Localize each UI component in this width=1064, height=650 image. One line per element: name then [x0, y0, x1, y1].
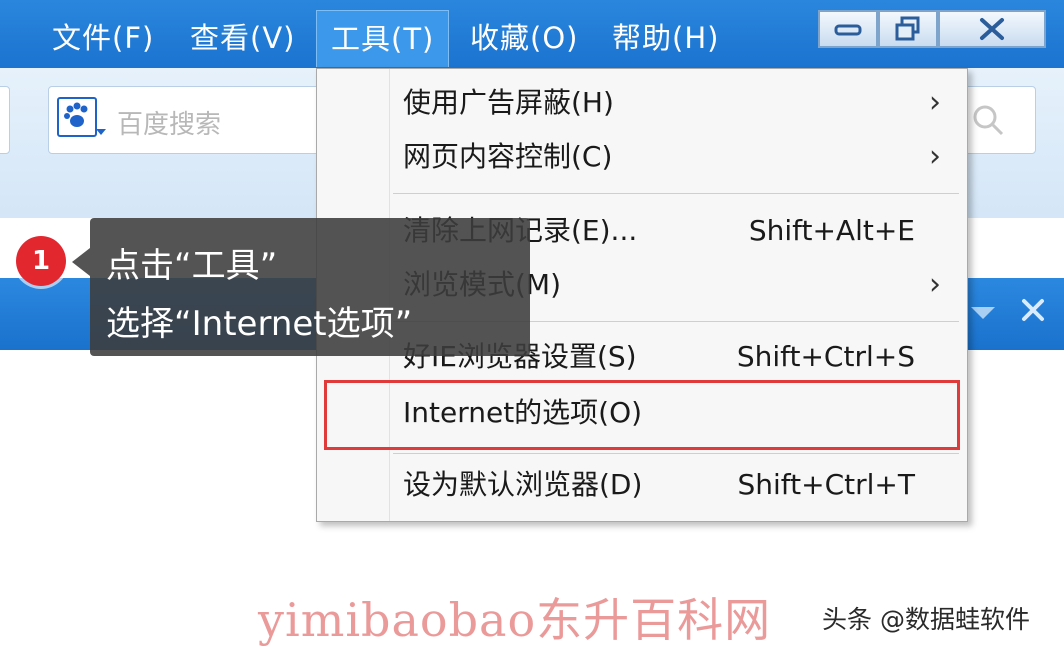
chevron-down-icon[interactable] [95, 127, 107, 137]
tab-close-button[interactable] [1018, 296, 1048, 332]
menu-item-set-default-browser[interactable]: 设为默认浏览器(D) Shift+Ctrl+T [317, 459, 967, 511]
search-icon [973, 105, 1004, 136]
tab-list-dropdown[interactable] [968, 296, 998, 331]
menu-item-content-control[interactable]: 网页内容控制(C) › [317, 131, 967, 183]
chevron-right-icon: › [929, 85, 941, 120]
menu-item-shortcut: Shift+Alt+E [748, 214, 915, 247]
watermark-right: 头条 @数据蛙软件 [822, 605, 1030, 634]
restore-button[interactable] [878, 10, 938, 48]
menu-item-label: 使用广告屏蔽(H) [403, 86, 614, 119]
menu-item-shortcut: Shift+Ctrl+T [737, 468, 916, 501]
menu-tools[interactable]: 工具(T) [316, 10, 450, 67]
menu-favorites[interactable]: 收藏(O) [470, 10, 578, 66]
menu-item-label: Internet的选项(O) [403, 396, 643, 429]
watermark-left: yimibaobao东升百科网 [258, 593, 772, 647]
menu-file[interactable]: 文件(F) [52, 10, 154, 66]
menu-item-internet-options[interactable]: Internet的选项(O) [317, 387, 967, 439]
menu-separator [393, 193, 959, 194]
menu-item-label: 设为默认浏览器(D) [403, 468, 643, 501]
callout-line-2: 选择“Internet选项” [106, 304, 413, 344]
search-button[interactable] [962, 86, 1036, 154]
menu-item-shortcut: Shift+Ctrl+S [736, 340, 915, 373]
menu-help[interactable]: 帮助(H) [612, 10, 719, 66]
search-placeholder: 百度搜索 [117, 110, 222, 140]
address-bar-edge[interactable] [0, 86, 10, 154]
menu-bar: 文件(F) 查看(V) 工具(T) 收藏(O) 帮助(H) [0, 0, 1064, 68]
baidu-paw-icon[interactable] [57, 97, 97, 137]
close-icon [1022, 299, 1044, 321]
minimize-button[interactable] [818, 10, 878, 48]
menu-view[interactable]: 查看(V) [190, 10, 295, 66]
step-number-badge: 1 [16, 236, 66, 286]
chevron-right-icon: › [929, 267, 941, 302]
chevron-right-icon: › [929, 139, 941, 174]
close-button[interactable] [938, 10, 1046, 48]
close-icon [980, 18, 1004, 40]
menu-item-label: 网页内容控制(C) [403, 140, 613, 173]
menu-item-ad-block[interactable]: 使用广告屏蔽(H) › [317, 77, 967, 129]
triangle-down-icon [971, 307, 995, 319]
restore-icon [895, 16, 920, 41]
callout-line-1: 点击“工具” [106, 246, 278, 286]
search-input[interactable]: 百度搜索 [48, 86, 320, 154]
instruction-callout: 点击“工具” 选择“Internet选项” [72, 218, 530, 356]
minimize-icon [834, 24, 862, 36]
menu-separator [393, 453, 959, 454]
